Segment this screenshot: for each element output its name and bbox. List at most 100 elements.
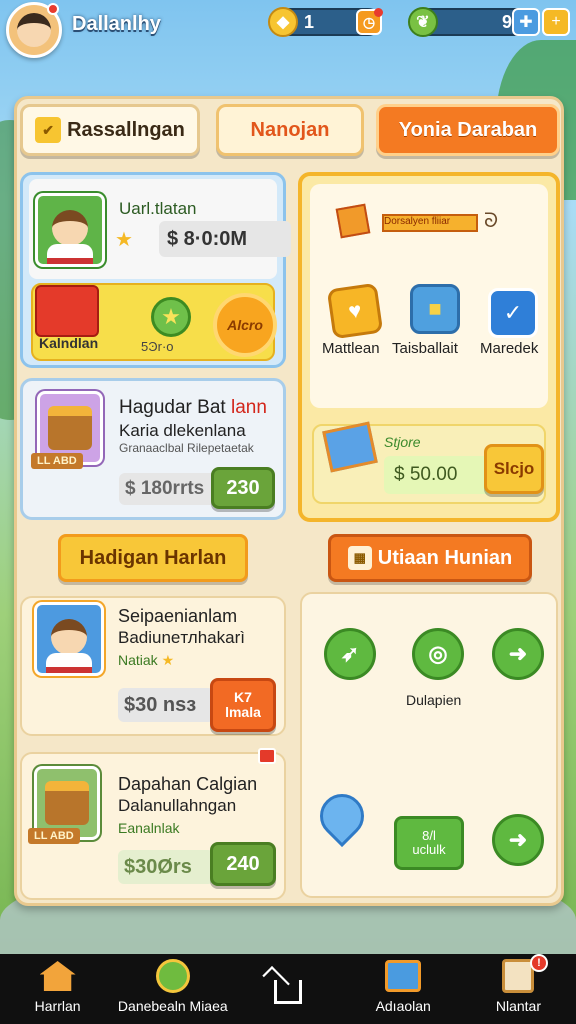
barrel-icon xyxy=(45,781,89,825)
scroll-icon: ✔ xyxy=(35,117,62,143)
buy-button[interactable]: 230 xyxy=(211,467,275,509)
nav-label: Nlantar xyxy=(495,998,541,1014)
shop-tabs: ✔ Rassallngan Nanojan Yonia Daraban xyxy=(20,104,560,158)
ribbon-label: LL ABD xyxy=(31,453,83,469)
offer-card-barrel[interactable]: LL ABD Hagudar Bat lann Karia dlekenlana… xyxy=(20,378,286,520)
gift-label: Stjore xyxy=(384,434,421,450)
offer-card-character[interactable]: Uarl.tlatan ★ $ 8·0:0M Kalndlan ★ 5Ͽr·o … xyxy=(20,172,291,368)
offer-price: $ 8·0:0M xyxy=(159,221,291,257)
clock-icon[interactable]: ◷ xyxy=(356,8,383,35)
offer-title-main: Hagudar Bat xyxy=(119,397,226,418)
next-arrow-button[interactable]: ➜ xyxy=(492,628,544,680)
notification-badge: ! xyxy=(530,954,549,972)
buy-button[interactable]: K7 lmala xyxy=(210,678,276,732)
nav-item-home[interactable]: Harrlan xyxy=(0,954,115,1024)
offer-description: Granaaclbal Rilepetaetak xyxy=(119,441,254,455)
tab-label: Yonia Daraban xyxy=(398,118,538,141)
daily-offer-card-1[interactable]: Seipaenianlam Badiuneтлhakarì Natiak ★ $… xyxy=(20,596,286,736)
green-reward-tile[interactable]: 8/l uclulk xyxy=(394,816,464,870)
heart-badge-icon[interactable]: ♥ xyxy=(326,282,384,340)
forward-arrow-button[interactable]: ➜ xyxy=(492,814,544,866)
tab-rassallngan[interactable]: ✔ Rassallngan xyxy=(20,104,200,156)
red-bag-icon xyxy=(35,285,99,337)
player-avatar[interactable] xyxy=(6,2,62,58)
schedule-panel: ➶ ◎ ➜ Dulapien 8/l uclulk ➜ xyxy=(300,592,558,898)
character-body-icon xyxy=(46,653,92,673)
clock-alert-dot xyxy=(374,8,383,17)
calendar-icon: ▦ xyxy=(347,546,372,570)
featured-price: $ 50.00 xyxy=(384,456,496,494)
offer-title-highlight: lann xyxy=(230,397,267,418)
gold-value: 1 xyxy=(304,11,315,32)
barrel-icon xyxy=(48,406,92,450)
tab-label: Rassallngan xyxy=(67,118,185,141)
ribbon-label: LL ABD xyxy=(28,828,80,844)
nav-label: Harrlan xyxy=(34,998,81,1014)
shield-coin-icon: ◆ xyxy=(268,7,298,37)
schedule-label: Dulapien xyxy=(406,692,462,708)
gem-label: 5Ͽr·o xyxy=(141,339,174,354)
tab-yonia-daraban[interactable]: Yonia Daraban xyxy=(376,104,560,156)
buy-label-bottom: lmala xyxy=(225,704,261,720)
offer-title: Uarl.tlatan xyxy=(119,199,197,218)
offer-subtitle: Badiuneтлhakarì xyxy=(118,628,245,647)
item-label: Mattlean xyxy=(322,340,380,357)
offer-title: Dapahan Calgian xyxy=(118,774,258,794)
bottom-navigation: Harrlan Danebealn Miaea Adıaolan Nlantar… xyxy=(0,954,576,1024)
avatar-face-icon xyxy=(17,13,51,47)
offer-title: Hagudar Bat lann xyxy=(119,397,267,419)
carrot-reward-button[interactable]: ➶ xyxy=(324,628,376,680)
daily-offers-button[interactable]: Hadigan Harlan xyxy=(58,534,248,582)
notification-dot xyxy=(47,3,59,15)
star-icon: ★ xyxy=(115,229,133,251)
item-label: Taisballait xyxy=(392,340,458,357)
nav-label: Danebealn Miaea xyxy=(117,998,228,1014)
daily-offer-card-2[interactable]: LL ABD Dapahan Calgian Dalanullahngan Ea… xyxy=(20,748,286,900)
buy-button[interactable]: 240 xyxy=(210,842,276,886)
offer-title: Seipaenianlam xyxy=(118,606,238,626)
nav-label: Adıaolan xyxy=(375,998,431,1014)
add-gems-button[interactable]: ✚ xyxy=(512,8,540,36)
nav-item-center[interactable] xyxy=(230,954,345,1024)
featured-offer-card[interactable]: Dorsalyen fliiar ᘐ ♥ ■ ✓ Mattlean Taisba… xyxy=(298,172,560,522)
offer-subtitle: Dalanullahngan xyxy=(118,796,237,815)
character-portrait xyxy=(34,602,104,676)
blue-heart-icon[interactable] xyxy=(310,784,374,848)
tile-bottom-label: uclulk xyxy=(412,842,446,857)
gold-counter[interactable]: ◆ 1 ◷ xyxy=(268,7,383,37)
offer-tag-text: Natiak xyxy=(118,652,158,668)
flag-banner: Dorsalyen fliiar xyxy=(382,214,478,232)
featured-buy-button[interactable]: Slcjo xyxy=(484,444,544,494)
offer-subtitle: Karia dlekenlana xyxy=(119,421,246,440)
offer-price: $30Ørs xyxy=(118,850,214,884)
offer-tag: Eanalnlak xyxy=(118,820,180,836)
compass-reward-button[interactable]: ◎ xyxy=(412,628,464,680)
tab-label: Nanojan xyxy=(250,118,330,141)
treasure-box-icon xyxy=(384,958,422,994)
tile-top-label: 8/l xyxy=(422,827,436,843)
paintbrush-icon xyxy=(154,958,192,994)
hook-icon: ᘐ xyxy=(484,210,499,232)
gold-coin-button[interactable]: Alcro xyxy=(213,293,277,357)
nav-item-decorate[interactable]: Danebealn Miaea xyxy=(115,954,230,1024)
character-portrait xyxy=(35,193,105,267)
character-head-icon xyxy=(52,210,88,246)
green-star-gem-icon: ★ xyxy=(151,297,191,337)
leaf-gem-icon: ❦ xyxy=(408,7,438,37)
treasure-box-icon[interactable]: ■ xyxy=(410,284,460,334)
schedule-button[interactable]: ▦ Utiaan Hunian xyxy=(328,534,532,582)
new-tag-icon xyxy=(258,748,276,764)
player-name: Dallanlhy xyxy=(72,12,161,35)
schedule-button-label: Utiaan Hunian xyxy=(377,546,513,569)
home-icon xyxy=(39,958,77,994)
tab-nanojan[interactable]: Nanojan xyxy=(216,104,364,156)
item-label: Maredek xyxy=(480,340,539,357)
nav-item-notes[interactable]: Nlantar ! xyxy=(461,954,576,1024)
house-outline-icon xyxy=(269,974,307,1010)
offer-price: $30 nsз xyxy=(118,688,214,722)
coin-label: Alcro xyxy=(227,317,263,333)
nav-item-inventory[interactable]: Adıaolan xyxy=(346,954,461,1024)
flag-banner-row: Dorsalyen fliiar ᘐ xyxy=(335,203,498,240)
add-gold-button[interactable]: + xyxy=(542,8,570,36)
check-badge-icon[interactable]: ✓ xyxy=(488,288,538,338)
